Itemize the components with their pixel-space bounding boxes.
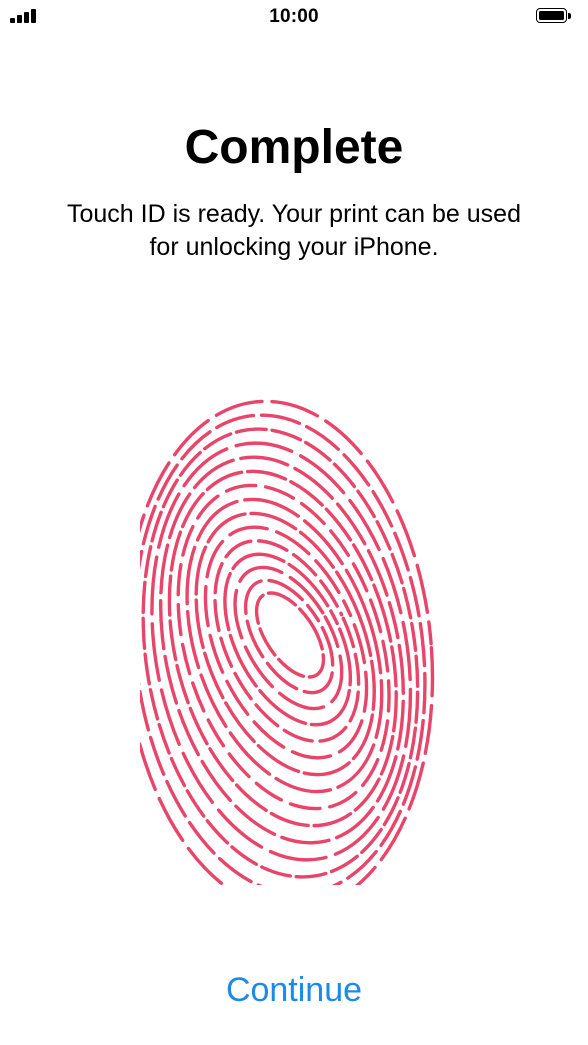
fingerprint-ridge [176, 483, 391, 811]
continue-button[interactable]: Continue [194, 962, 394, 1018]
battery-full-icon [536, 8, 572, 25]
page-title: Complete [184, 121, 404, 174]
fingerprint-ridge [243, 578, 335, 695]
status-bar: 10:00 [0, 0, 588, 34]
completion-message: Touch ID is ready. Your print can be use… [30, 198, 558, 264]
fingerprint-icon [140, 399, 435, 885]
completion-message-line-1: Touch ID is ready. Your print can be use… [67, 200, 521, 228]
completion-message-line-2: for unlocking your iPhone. [149, 233, 439, 261]
fingerprint-ridge [140, 413, 427, 885]
status-time: 10:00 [269, 6, 319, 27]
